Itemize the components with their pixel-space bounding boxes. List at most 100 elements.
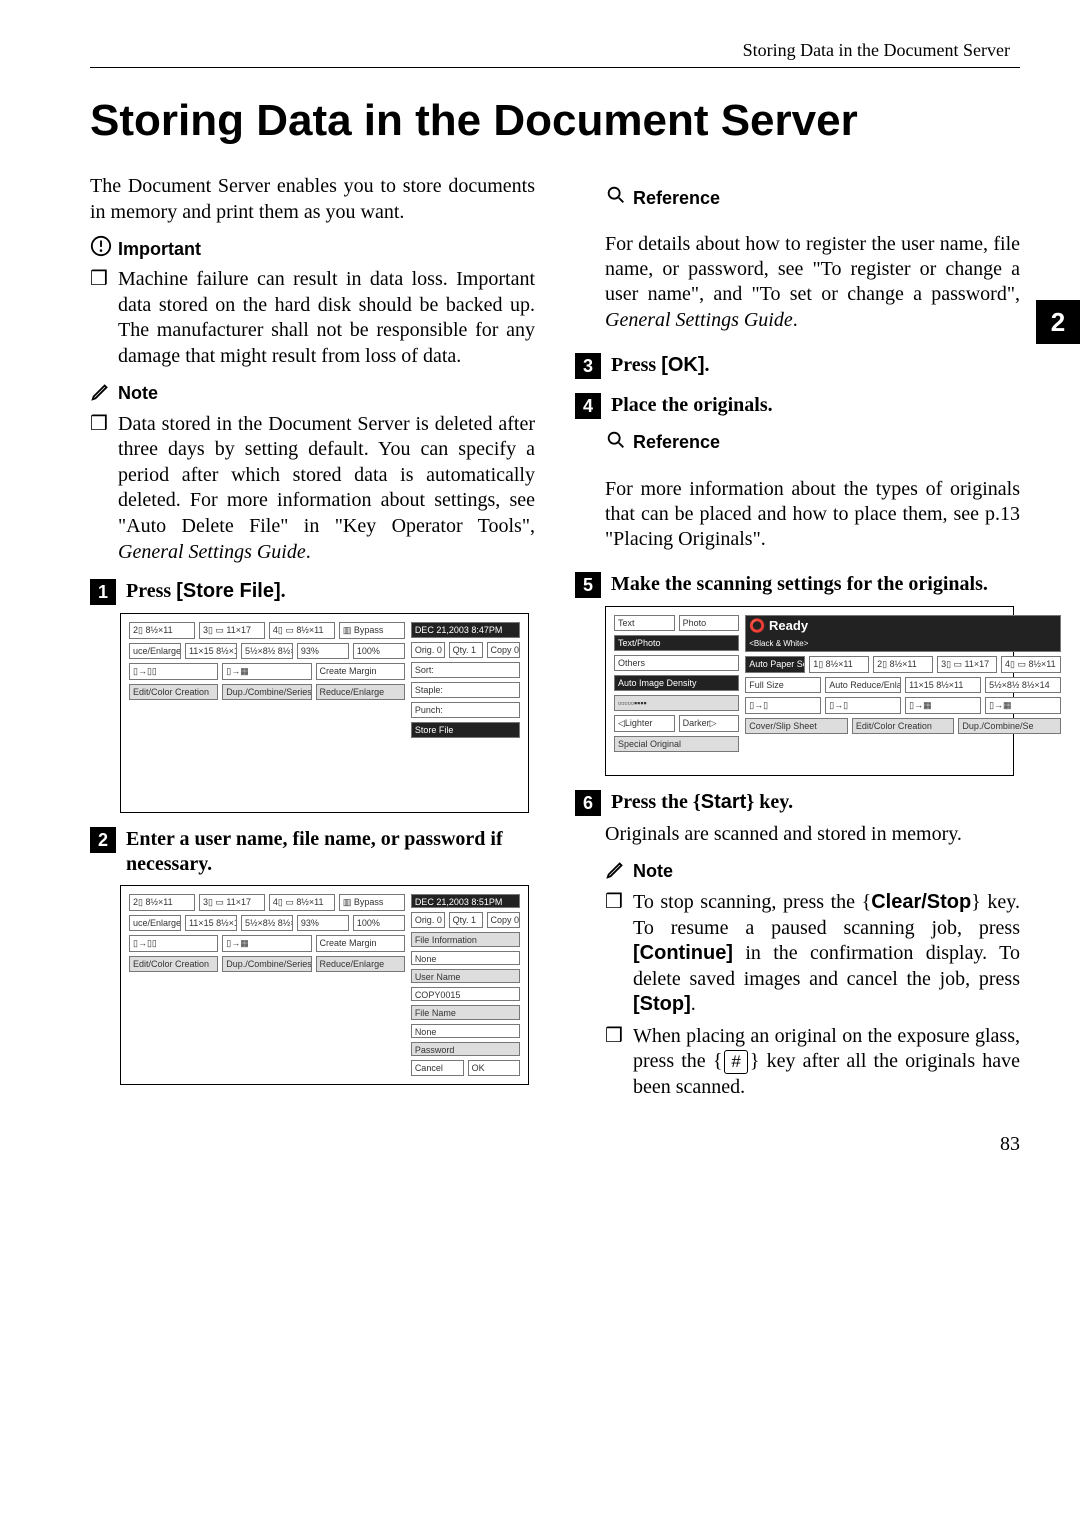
auto-reduce-enlarge-button[interactable]: Auto Reduce/Enlarge xyxy=(825,677,901,693)
dup-combine-tab[interactable]: Dup./Combine/Se xyxy=(958,718,1061,734)
step-3-text: Press [OK]. xyxy=(611,353,1020,378)
status-bar: DEC 21,2003 8:47PM xyxy=(411,622,521,638)
step-6-number: 6 xyxy=(575,790,601,816)
store-file-button[interactable]: Store File xyxy=(411,722,521,738)
lighter-button[interactable]: ◁Lighter xyxy=(614,715,675,732)
warning-icon xyxy=(90,235,112,263)
file-info-header: File Information xyxy=(411,932,521,946)
note-1-body: To stop scanning, press the {Clear/Stop}… xyxy=(633,890,1020,1018)
bullet-icon: ❒ xyxy=(90,412,108,566)
dup-combine-tab[interactable]: Dup./Combine/Series xyxy=(222,684,311,700)
reference-label: Reference xyxy=(633,432,720,453)
duplex-preset-button[interactable]: ▯→▯ xyxy=(825,697,901,714)
search-icon xyxy=(605,184,627,212)
reference-label: Reference xyxy=(633,188,720,209)
edit-color-tab[interactable]: Edit/Color Creation xyxy=(129,684,218,700)
step-4-text: Place the originals. xyxy=(611,393,1020,418)
combine-preset-button[interactable]: ▯→▦ xyxy=(905,697,981,714)
paper-tray-button[interactable]: 3▯ ▭ 11×17 xyxy=(937,656,997,673)
auto-image-density-button[interactable]: Auto Image Density xyxy=(614,675,739,691)
create-margin-button[interactable]: Create Margin xyxy=(316,663,405,680)
user-name-value[interactable]: COPY0015 xyxy=(411,987,521,1001)
size-preset-button[interactable]: 5½×8½ 8½×14 xyxy=(985,677,1061,693)
full-size-button[interactable]: 100% xyxy=(353,643,405,659)
reduce-enlarge-button[interactable]: uce/Enlarge xyxy=(129,643,181,659)
punch-label: Punch: xyxy=(411,702,521,718)
ui-screenshot-file-info: 2▯ 8½×11 3▯ ▭ 11×17 4▯ ▭ 8½×11 ▥ Bypass … xyxy=(120,885,529,1085)
bypass-tray-button[interactable]: ▥ Bypass xyxy=(339,622,405,639)
orig-count: Orig. 0 xyxy=(411,642,445,658)
pencil-icon xyxy=(90,380,112,408)
ok-button[interactable]: OK xyxy=(468,1060,521,1076)
note-heading: Note xyxy=(605,858,1020,886)
note-body: Data stored in the Document Server is de… xyxy=(118,412,535,566)
step-6-text: Press the {Start} key. xyxy=(611,790,1020,815)
important-body: Machine failure can result in data loss.… xyxy=(118,267,535,369)
paper-tray-button[interactable]: 3▯ ▭ 11×17 xyxy=(199,894,265,911)
intro-text: The Document Server enables you to store… xyxy=(90,174,535,225)
size-preset-button[interactable]: 5½×8½ 8½×14 xyxy=(241,643,293,659)
reference-body: For details about how to register the us… xyxy=(605,232,1020,333)
others-mode-button[interactable]: Others xyxy=(614,655,739,671)
cancel-button[interactable]: Cancel xyxy=(411,1060,464,1076)
edit-color-tab[interactable]: Edit/Color Creation xyxy=(852,718,955,734)
duplex-preset-button[interactable]: ▯→▯▯ xyxy=(129,935,218,952)
file-name-value[interactable]: None xyxy=(411,1024,521,1038)
step-4-number: 4 xyxy=(575,393,601,419)
textphoto-mode-button[interactable]: Text/Photo xyxy=(614,635,739,651)
user-name-header: User Name xyxy=(411,969,521,983)
size-preset-button[interactable]: 11×15 8½×11 xyxy=(905,677,981,693)
photo-mode-button[interactable]: Photo xyxy=(679,615,740,631)
paper-tray-button[interactable]: 4▯ ▭ 8½×11 xyxy=(269,894,335,911)
bullet-icon: ❒ xyxy=(605,1024,623,1101)
combine-preset-button[interactable]: ▯→▦ xyxy=(222,663,311,680)
file-name-header: File Name xyxy=(411,1005,521,1019)
reduce-enlarge-tab[interactable]: Reduce/Enlarge xyxy=(316,684,405,700)
auto-paper-select-button[interactable]: Auto Paper Select ▶ xyxy=(745,656,805,673)
paper-tray-button[interactable]: 2▯ 8½×11 xyxy=(129,894,195,911)
duplex-preset-button[interactable]: ▯→▯ xyxy=(745,697,821,714)
reference-heading: Reference xyxy=(605,184,1020,212)
paper-tray-button[interactable]: 2▯ 8½×11 xyxy=(129,622,195,639)
reduce-enlarge-tab[interactable]: Reduce/Enlarge xyxy=(316,956,405,972)
full-size-button[interactable]: Full Size xyxy=(745,677,821,693)
full-size-button[interactable]: 100% xyxy=(353,915,405,931)
paper-tray-button[interactable]: 4▯ ▭ 8½×11 xyxy=(269,622,335,639)
bypass-tray-button[interactable]: ▥ Bypass xyxy=(339,894,405,911)
size-preset-button[interactable]: 5½×8½ 8½×14 xyxy=(241,915,293,931)
combine-preset-button[interactable]: ▯→▦ xyxy=(222,935,311,952)
paper-tray-button[interactable]: 4▯ ▭ 8½×11 xyxy=(1001,656,1061,673)
darker-button[interactable]: Darker▷ xyxy=(679,715,740,732)
paper-tray-button[interactable]: 1▯ 8½×11 xyxy=(809,656,869,673)
density-slider[interactable]: ▫▫▫▫▫▪▪▪▪ xyxy=(614,695,739,711)
qty-count: Qty. 1 xyxy=(449,642,483,658)
important-heading: Important xyxy=(90,235,535,263)
chapter-tab: 2 xyxy=(1036,300,1080,344)
step-5-number: 5 xyxy=(575,572,601,598)
file-info-value[interactable]: None xyxy=(411,951,521,965)
create-margin-button[interactable]: Create Margin xyxy=(316,935,405,952)
dup-combine-tab[interactable]: Dup./Combine/Series xyxy=(222,956,311,972)
ratio-display: 93% xyxy=(297,915,349,931)
step-6-body: Originals are scanned and stored in memo… xyxy=(605,822,1020,848)
important-label: Important xyxy=(118,239,201,260)
edit-color-tab[interactable]: Edit/Color Creation xyxy=(129,956,218,972)
combine-preset-button[interactable]: ▯→▦ xyxy=(985,697,1061,714)
status-bar: DEC 21,2003 8:51PM xyxy=(411,894,521,908)
step-2-text: Enter a user name, file name, or passwor… xyxy=(126,827,535,877)
text-mode-button[interactable]: Text xyxy=(614,615,675,631)
paper-tray-button[interactable]: 3▯ ▭ 11×17 xyxy=(199,622,265,639)
page-title: Storing Data in the Document Server xyxy=(90,96,1020,146)
reduce-enlarge-button[interactable]: uce/Enlarge xyxy=(129,915,181,931)
paper-tray-button[interactable]: 2▯ 8½×11 xyxy=(873,656,933,673)
step-2-number: 2 xyxy=(90,827,116,853)
orig-count: Orig. 0 xyxy=(411,912,445,928)
bullet-icon: ❒ xyxy=(605,890,623,1018)
special-original-tab[interactable]: Special Original xyxy=(614,736,739,752)
running-head: Storing Data in the Document Server xyxy=(90,40,1020,61)
size-preset-button[interactable]: 11×15 8½×11 xyxy=(185,643,237,659)
cover-slip-tab[interactable]: Cover/Slip Sheet xyxy=(745,718,848,734)
size-preset-button[interactable]: 11×15 8½×11 xyxy=(185,915,237,931)
duplex-preset-button[interactable]: ▯→▯▯ xyxy=(129,663,218,680)
staple-label: Staple: xyxy=(411,682,521,698)
